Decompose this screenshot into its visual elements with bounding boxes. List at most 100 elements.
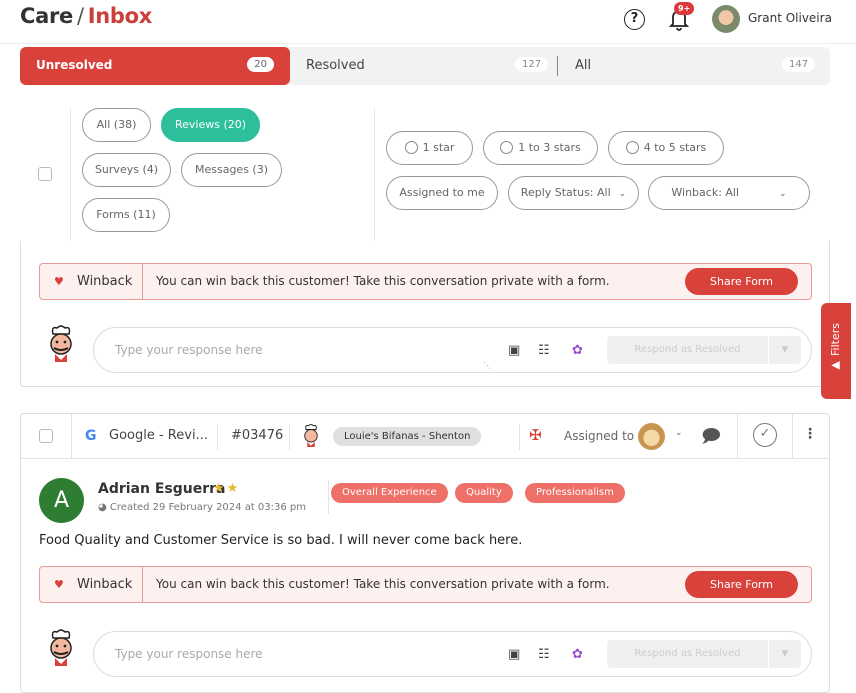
topic-tag: Quality [455, 483, 513, 503]
help-icon[interactable]: ? [624, 9, 645, 30]
user-avatar[interactable] [712, 5, 740, 33]
ai-sparkle-icon[interactable]: ✿ [572, 647, 583, 662]
book-icon[interactable]: ☷ [538, 647, 550, 662]
winback-banner: ♥ Winback You can win back this customer… [39, 566, 812, 603]
filter-type-all[interactable]: All (38) [82, 108, 151, 142]
filter-divider [374, 108, 375, 242]
book-icon[interactable]: ☷ [538, 343, 550, 358]
title-separator: / [76, 4, 84, 28]
title-page: Inbox [87, 4, 153, 28]
ticket-number: #03476 [231, 428, 284, 443]
status-tabs: Unresolved 20 Resolved 127 All 147 [20, 47, 830, 85]
respond-dropdown-button[interactable]: ▼ [769, 640, 801, 668]
brand-logo-icon [304, 424, 318, 447]
tab-count: 20 [247, 57, 274, 72]
tab-label: All [575, 58, 592, 73]
attach-image-icon[interactable]: ▣ [508, 343, 520, 358]
share-form-button[interactable]: Share Form [685, 268, 798, 295]
filter-rating-1-3-stars[interactable]: 1 to 3 stars [483, 131, 598, 165]
filter-rating-1-star[interactable]: 1 star [386, 131, 473, 165]
sad-face-icon [404, 141, 418, 154]
header-divider [519, 424, 520, 450]
resize-handle-icon[interactable]: ⋱ [483, 361, 491, 370]
filter-assigned-to-me[interactable]: Assigned to me [386, 176, 498, 210]
winback-divider [142, 567, 143, 602]
source-label: Google - Revi... [109, 428, 208, 443]
response-input[interactable]: Type your response here [115, 647, 263, 661]
filter-rating-label: 1 star [422, 141, 455, 154]
header-divider [737, 414, 738, 459]
ai-sparkle-icon[interactable]: ✿ [572, 343, 583, 358]
tab-divider [557, 56, 558, 76]
topic-tag: Overall Experience [331, 483, 448, 503]
chevron-down-icon: ⌄ [618, 189, 627, 199]
winback-message: You can win back this customer! Take thi… [156, 577, 610, 591]
reviewer-name: Adrian Esguerra [98, 481, 226, 497]
notification-badge: 9+ [674, 2, 695, 15]
header-divider [71, 414, 72, 459]
filter-rating-4-5-stars[interactable]: 4 to 5 stars [608, 131, 724, 165]
tab-resolved[interactable]: Resolved 127 [290, 47, 557, 85]
assignee-avatar[interactable] [638, 423, 665, 450]
winback-label: Winback [77, 577, 133, 592]
attach-image-icon[interactable]: ▣ [508, 647, 520, 662]
chevron-down-icon[interactable]: ⌄ [675, 428, 683, 438]
header-divider [217, 424, 218, 450]
brand-logo-icon [50, 629, 72, 666]
respond-resolved-button[interactable]: Respond as Resolved [607, 640, 768, 668]
respond-dropdown-button[interactable]: ▼ [769, 336, 801, 364]
winback-divider [142, 264, 143, 299]
select-all-checkbox[interactable] [38, 167, 52, 181]
tab-all[interactable]: All 147 [560, 47, 830, 85]
chat-icon[interactable]: 🗩 [701, 424, 721, 454]
share-form-button[interactable]: Share Form [685, 571, 798, 598]
dropdown-label: Reply Status: All [520, 186, 611, 199]
response-box: Type your response here ▣ ☷ ✿ Respond as… [93, 631, 812, 677]
pin-icon[interactable]: ✠ [529, 426, 542, 444]
filters-side-tab-label: ▶ Filters [829, 323, 842, 373]
winback-icon: ♥ [54, 578, 64, 591]
tab-label: Resolved [306, 58, 365, 73]
brand-logo-icon [50, 325, 72, 362]
conversation-card: ♥ Winback You can win back this customer… [20, 241, 830, 387]
assigned-label: Assigned to [564, 429, 635, 443]
topic-tag: Professionalism [525, 483, 625, 503]
conversation-card: G Google - Revi... #03476 Louie's Bifana… [20, 413, 830, 693]
reviewer-avatar: A [39, 478, 84, 523]
tab-count: 127 [515, 57, 549, 72]
filters-side-tab-text: Filters [829, 323, 842, 356]
response-input[interactable]: Type your response here [115, 343, 263, 357]
header-divider [328, 480, 329, 514]
header-divider [792, 414, 793, 459]
google-icon: G [85, 428, 97, 444]
user-name[interactable]: Grant Oliveira [748, 11, 832, 25]
filter-type-surveys[interactable]: Surveys (4) [82, 153, 171, 187]
winback-icon: ♥ [54, 275, 64, 288]
winback-message: You can win back this customer! Take thi… [156, 274, 610, 288]
review-text: Food Quality and Customer Service is so … [39, 533, 523, 548]
location-tag: Louie's Bifanas - Shenton [333, 427, 482, 446]
respond-resolved-button[interactable]: Respond as Resolved [607, 336, 768, 364]
dropdown-label: Winback: All [671, 186, 740, 199]
winback-banner: ♥ Winback You can win back this customer… [39, 263, 812, 300]
header-divider [289, 424, 290, 450]
resolve-check-icon[interactable]: ✓ [753, 423, 777, 447]
filter-panel: All (38) Reviews (20) Surveys (4) Messag… [20, 100, 830, 244]
filter-type-messages[interactable]: Messages (3) [181, 153, 282, 187]
filter-type-reviews[interactable]: Reviews (20) [161, 108, 260, 142]
tab-unresolved[interactable]: Unresolved 20 [20, 47, 290, 85]
filter-rating-label: 4 to 5 stars [643, 141, 707, 154]
smile-face-icon [625, 141, 639, 154]
chevron-down-icon: ⌄ [779, 189, 787, 199]
filter-winback-dropdown[interactable]: Winback: All ⌄ [648, 176, 810, 210]
response-box: Type your response here ▣ ☷ ✿ Respond as… [93, 327, 812, 373]
page-title: Care / Inbox [20, 4, 152, 28]
filter-type-forms[interactable]: Forms (11) [82, 198, 170, 232]
sad-face-icon [500, 141, 514, 154]
title-main: Care [20, 4, 73, 28]
filter-reply-status-dropdown[interactable]: Reply Status: All ⌄ [508, 176, 639, 210]
filters-side-tab[interactable]: ▶ Filters [821, 303, 851, 399]
tab-label: Unresolved [36, 58, 113, 72]
conversation-checkbox[interactable] [39, 429, 53, 443]
more-options-icon[interactable]: ⋮ [803, 426, 817, 442]
